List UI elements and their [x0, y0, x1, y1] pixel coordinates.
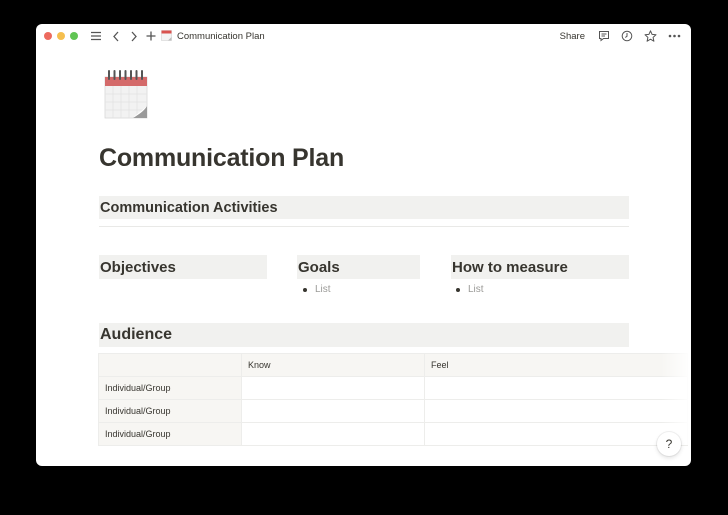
sidebar-menu-icon[interactable] — [90, 31, 102, 41]
table-cell[interactable] — [424, 399, 688, 423]
spiral-calendar-icon — [104, 70, 148, 119]
comments-icon[interactable] — [598, 30, 610, 42]
table-cell[interactable] — [424, 376, 688, 400]
table-cell[interactable]: Individual/Group — [98, 399, 242, 423]
breadcrumb-page-title: Communication Plan — [177, 30, 265, 42]
app-window: Communication Plan Share Communication P… — [36, 24, 691, 466]
table-header-cell[interactable]: Feel — [424, 353, 688, 377]
table-cell[interactable] — [241, 399, 425, 423]
divider — [99, 226, 629, 227]
table-cell[interactable]: Individual/Group — [98, 422, 242, 446]
help-button[interactable]: ? — [657, 432, 681, 456]
spiral-calendar-icon — [161, 29, 172, 44]
more-icon[interactable] — [668, 34, 681, 38]
forward-icon[interactable] — [130, 31, 138, 42]
heading-communication-activities[interactable]: Communication Activities — [99, 196, 629, 219]
page-title[interactable]: Communication Plan — [99, 144, 344, 173]
heading-audience[interactable]: Audience — [99, 323, 629, 347]
nav-toolbar — [90, 31, 156, 42]
table-cell[interactable] — [241, 376, 425, 400]
table-header-cell[interactable]: Know — [241, 353, 425, 377]
new-page-icon[interactable] — [146, 31, 156, 41]
page-icon[interactable] — [103, 68, 149, 120]
measure-list-item-text: List — [468, 284, 484, 295]
table-header-cell[interactable] — [98, 353, 242, 377]
window-controls — [44, 32, 78, 40]
share-button[interactable]: Share — [560, 31, 585, 42]
goals-list-item-text: List — [315, 284, 331, 295]
bullet-icon — [303, 287, 307, 292]
table-row: Individual/Group — [98, 399, 688, 423]
zoom-window-button[interactable] — [70, 32, 78, 40]
table-header-row: Know Feel — [98, 353, 688, 377]
heading-objectives[interactable]: Objectives — [99, 255, 267, 279]
table-cell[interactable]: Individual/Group — [98, 376, 242, 400]
table-cell[interactable] — [241, 422, 425, 446]
title-bar: Communication Plan Share — [36, 24, 691, 48]
close-window-button[interactable] — [44, 32, 52, 40]
audience-table: Know Feel Individual/Group Individual/Gr… — [98, 353, 688, 446]
table-row: Individual/Group — [98, 422, 688, 446]
favorite-star-icon[interactable] — [644, 30, 657, 42]
top-right-toolbar: Share — [560, 24, 681, 48]
table-cell[interactable] — [424, 422, 688, 446]
measure-list-item[interactable]: List — [456, 284, 484, 295]
table-row: Individual/Group — [98, 376, 688, 400]
bullet-icon — [456, 287, 460, 292]
updates-clock-icon[interactable] — [621, 30, 633, 42]
goals-list-item[interactable]: List — [303, 284, 331, 295]
back-icon[interactable] — [112, 31, 120, 42]
heading-how-to-measure[interactable]: How to measure — [451, 255, 629, 279]
heading-goals[interactable]: Goals — [297, 255, 420, 279]
minimize-window-button[interactable] — [57, 32, 65, 40]
breadcrumb[interactable]: Communication Plan — [161, 29, 265, 44]
